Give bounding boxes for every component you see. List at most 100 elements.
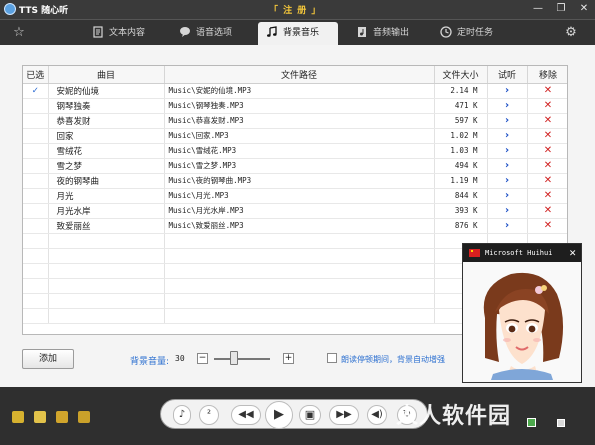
table-row[interactable]: 雪绒花 Music\雪绒花.MP3 1.03 M › ✕ — [23, 143, 567, 159]
selected-check-cell[interactable] — [23, 173, 49, 189]
track-name-cell: 钢琴独奏 — [48, 98, 165, 114]
file-path-cell: Music\夜的钢琴曲.MP3 — [164, 173, 435, 189]
selected-check-cell[interactable] — [23, 158, 49, 174]
selected-check-cell[interactable]: ✓ — [23, 83, 49, 99]
preview-button[interactable]: › — [487, 173, 528, 189]
preview-button[interactable]: › — [487, 218, 528, 234]
auto-boost-checkbox[interactable] — [327, 353, 337, 363]
selected-check-cell[interactable] — [23, 218, 49, 234]
preview-button[interactable]: › — [487, 158, 528, 174]
selected-check-cell[interactable] — [23, 188, 49, 204]
voice-avatar-window: Microsoft Huihui ✕ — [462, 243, 582, 383]
header-remove[interactable]: 移除 — [527, 66, 567, 84]
tab-scheduled-tasks[interactable]: 定时任务 — [436, 22, 516, 46]
tab-audio-output[interactable]: 音频输出 — [352, 22, 432, 46]
remove-button[interactable]: ✕ — [527, 113, 567, 129]
preview-button[interactable]: › — [487, 188, 528, 204]
speech-bubble-icon — [180, 26, 190, 37]
close-button[interactable]: ✕ — [576, 2, 592, 16]
header-track[interactable]: 曲目 — [48, 66, 165, 84]
table-row[interactable]: 回家 Music\回家.MP3 1.02 M › ✕ — [23, 128, 567, 144]
header-selected[interactable]: 已选 — [23, 66, 49, 84]
volume-decrease-button[interactable]: − — [197, 353, 208, 364]
empty-cell — [164, 278, 435, 294]
preview-button[interactable]: › — [487, 113, 528, 129]
preview-button[interactable]: › — [487, 128, 528, 144]
selected-check-cell[interactable] — [23, 128, 49, 144]
file-size-cell: 393 K — [434, 203, 488, 219]
empty-cell — [23, 278, 49, 294]
settings-gear-icon[interactable]: ⚙ — [562, 22, 580, 46]
selected-check-cell[interactable] — [23, 143, 49, 159]
remove-button[interactable]: ✕ — [527, 158, 567, 174]
selected-check-cell[interactable] — [23, 98, 49, 114]
table-row[interactable]: 月光 Music\月光.MP3 844 K › ✕ — [23, 188, 567, 204]
header-file-path[interactable]: 文件路径 — [164, 66, 435, 84]
stop-button[interactable]: ▣ — [299, 405, 321, 425]
register-link[interactable]: 「 注 册 」 — [269, 3, 321, 16]
add-button[interactable]: 添加 — [22, 349, 74, 369]
minimize-button[interactable]: — — [530, 2, 546, 16]
header-file-size[interactable]: 文件大小 — [434, 66, 488, 84]
header-preview[interactable]: 试听 — [487, 66, 528, 84]
remove-button[interactable]: ✕ — [527, 143, 567, 159]
table-row[interactable]: 雪之梦 Music\雪之梦.MP3 494 K › ✕ — [23, 158, 567, 174]
status-check-icon[interactable] — [527, 418, 536, 427]
table-row[interactable]: 钢琴独奏 Music\钢琴独奏.MP3 471 K › ✕ — [23, 98, 567, 114]
copy-icon[interactable] — [34, 411, 46, 423]
empty-cell — [48, 263, 165, 279]
table-row[interactable]: 致爱丽丝 Music\致爱丽丝.MP3 876 K › ✕ — [23, 218, 567, 234]
selected-check-cell[interactable] — [23, 113, 49, 129]
file-path-cell: Music\月光.MP3 — [164, 188, 435, 204]
rewind-button[interactable]: ◀◀ — [231, 405, 261, 425]
preview-button[interactable]: › — [487, 203, 528, 219]
empty-cell — [164, 308, 435, 324]
track-name-cell: 月光水岸 — [48, 203, 165, 219]
tab-text-content[interactable]: 文本内容 — [88, 22, 168, 46]
file-path-cell: Music\钢琴独奏.MP3 — [164, 98, 435, 114]
remove-button[interactable]: ✕ — [527, 128, 567, 144]
status-box-icon[interactable] — [557, 419, 565, 427]
empty-cell — [164, 248, 435, 264]
remove-button[interactable]: ✕ — [527, 188, 567, 204]
speaker-select-icon[interactable]: ² — [199, 405, 219, 425]
play-button[interactable]: ▶ — [265, 401, 293, 429]
volume-slider-thumb[interactable] — [230, 351, 238, 365]
empty-cell — [23, 293, 49, 309]
restore-button[interactable]: ❐ — [553, 2, 569, 16]
folder-icon[interactable] — [56, 411, 68, 423]
clipboard-read-icon[interactable] — [12, 411, 24, 423]
tab-voice-options[interactable]: 语音选项 — [175, 22, 257, 46]
track-name-cell: 恭喜发财 — [48, 113, 165, 129]
volume-slider-track[interactable] — [214, 358, 270, 360]
app-title: TTS 随心听 — [19, 6, 69, 16]
tab-background-music[interactable]: 背景音乐 — [258, 22, 338, 46]
remove-button[interactable]: ✕ — [527, 98, 567, 114]
voice-name: Microsoft Huihui — [485, 249, 553, 257]
table-row[interactable]: 月光水岸 Music\月光水岸.MP3 393 K › ✕ — [23, 203, 567, 219]
preview-button[interactable]: › — [487, 83, 528, 99]
volume-icon[interactable]: ◀) — [367, 405, 387, 425]
table-row[interactable]: ✓ 安妮的仙境 Music\安妮的仙境.MP3 2.14 M › ✕ — [23, 83, 567, 99]
selected-check-cell[interactable] — [23, 203, 49, 219]
favorites-star-icon[interactable]: ☆ — [6, 22, 32, 46]
preview-button[interactable]: › — [487, 143, 528, 159]
voice-window-close-button[interactable]: ✕ — [569, 244, 576, 262]
table-row[interactable]: 恭喜发财 Music\恭喜发财.MP3 597 K › ✕ — [23, 113, 567, 129]
file-path-cell: Music\恭喜发财.MP3 — [164, 113, 435, 129]
audio-file-icon — [358, 26, 366, 37]
remove-button[interactable]: ✕ — [527, 83, 567, 99]
preview-button[interactable]: › — [487, 98, 528, 114]
fast-forward-button[interactable]: ▶▶ — [329, 405, 359, 425]
file-size-cell: 844 K — [434, 188, 488, 204]
tab-label: 语音选项 — [196, 28, 233, 38]
table-row[interactable]: 夜的钢琴曲 Music\夜的钢琴曲.MP3 1.19 M › ✕ — [23, 173, 567, 189]
empty-cell — [23, 233, 49, 249]
remove-button[interactable]: ✕ — [527, 203, 567, 219]
remove-button[interactable]: ✕ — [527, 173, 567, 189]
volume-increase-button[interactable]: + — [283, 353, 294, 364]
schedule-icon[interactable] — [78, 411, 90, 423]
remove-button[interactable]: ✕ — [527, 218, 567, 234]
tab-label: 定时任务 — [457, 28, 494, 38]
speak-music-icon[interactable]: ♪ — [173, 405, 191, 425]
